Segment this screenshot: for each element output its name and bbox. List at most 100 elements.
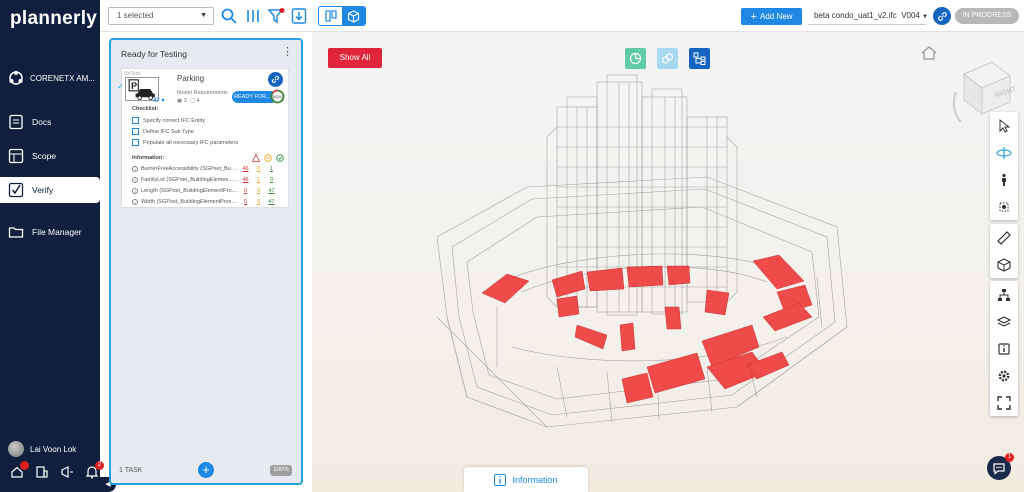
- notifications-button[interactable]: 2: [85, 461, 104, 479]
- link-button[interactable]: [933, 7, 951, 25]
- project-status-label: IN PROGRESS: [962, 12, 1012, 19]
- model-viewer[interactable]: Show All RIGHT Information 1: [312, 32, 1024, 492]
- model-browser-button[interactable]: [990, 281, 1018, 308]
- company-icon: [9, 71, 23, 85]
- cursor-icon: [999, 118, 1011, 133]
- clash-view-button[interactable]: [625, 48, 646, 69]
- camera-tool-button[interactable]: [990, 193, 1018, 220]
- filter-icon[interactable]: [267, 7, 285, 25]
- board-icon: [324, 10, 337, 22]
- building-model[interactable]: [407, 67, 877, 467]
- pie-icon: [629, 52, 642, 65]
- link-circles-icon: [661, 53, 674, 64]
- model-name: beta condo_uat1_v2.ifc: [814, 11, 897, 20]
- attachment-icon: ▣: [177, 98, 183, 104]
- fullscreen-icon: [997, 395, 1011, 410]
- ghost-view-button[interactable]: [657, 48, 678, 69]
- pass-count[interactable]: 1: [265, 166, 278, 172]
- project-status-badge[interactable]: IN PROGRESS: [955, 8, 1019, 24]
- settings-button[interactable]: [990, 362, 1018, 389]
- user-profile[interactable]: Lai Voon Lok: [8, 441, 76, 457]
- checklist-item[interactable]: Define IFC Sub Type: [132, 128, 194, 135]
- fail-count[interactable]: 0: [239, 199, 252, 205]
- nav-docs-label: Docs: [32, 117, 52, 127]
- home-view-icon[interactable]: [920, 44, 938, 62]
- information-row[interactable]: i Length (SGPset_BuildingElementPro... m.…: [132, 188, 284, 194]
- nav-verify[interactable]: Verify: [0, 177, 100, 203]
- nav-scope[interactable]: Scope: [0, 143, 100, 169]
- tree-view-button[interactable]: [689, 48, 710, 69]
- section-tool-button[interactable]: [990, 251, 1018, 278]
- columns-icon[interactable]: [244, 7, 262, 25]
- checkbox-icon: [8, 182, 24, 198]
- pass-count[interactable]: 47: [265, 188, 278, 194]
- user-name: Lai Voon Lok: [30, 444, 77, 454]
- info-icon: i: [132, 188, 138, 194]
- warning-count[interactable]: 0: [252, 188, 265, 194]
- layers-button[interactable]: [990, 308, 1018, 335]
- checkbox[interactable]: [132, 117, 139, 124]
- model-version-selector[interactable]: beta condo_uat1_v2.ifc V004 ▼: [808, 7, 929, 25]
- building-icon-button[interactable]: [35, 465, 49, 479]
- fail-count[interactable]: 0: [239, 188, 252, 194]
- card-link-button[interactable]: [268, 72, 283, 87]
- task-count: 1 TASK: [119, 467, 143, 474]
- checkbox[interactable]: [132, 139, 139, 146]
- pass-count[interactable]: 47: [265, 199, 278, 205]
- information-row[interactable]: i Width (SGPset_BuildingElementProx... m.…: [132, 199, 284, 205]
- orbit-tool-button[interactable]: [990, 139, 1018, 166]
- checklist-item[interactable]: Populate all necessary IFC parameters: [132, 139, 238, 146]
- model-view-button[interactable]: [342, 7, 365, 25]
- company-selector[interactable]: CORENETX AM...: [8, 70, 100, 86]
- add-new-label: Add New: [759, 12, 793, 21]
- model-tools: [990, 281, 1018, 416]
- information-row[interactable]: i BarrierFreeAccessibility (SGPset_Bu.../…: [132, 166, 284, 172]
- card-subtitle: Model Requirements: [177, 90, 228, 96]
- walk-tool-button[interactable]: [990, 166, 1018, 193]
- fail-count[interactable]: 46: [239, 177, 252, 183]
- card-number[interactable]: 47 ▾: [153, 97, 164, 104]
- search-icon[interactable]: [220, 7, 238, 25]
- more-options-icon[interactable]: ⋮: [282, 47, 293, 58]
- information-row[interactable]: i FamilyLot (SGPset_BuildingElemen...Tr..…: [132, 177, 284, 183]
- warning-count[interactable]: 1: [252, 177, 265, 183]
- megaphone-icon: [61, 466, 73, 478]
- chat-button[interactable]: 1: [987, 453, 1014, 480]
- checklist-item[interactable]: Specify correct IFC Entity: [132, 117, 205, 124]
- information-title: Information:: [132, 155, 165, 161]
- properties-button[interactable]: [990, 335, 1018, 362]
- checkbox[interactable]: [132, 128, 139, 135]
- chevron-down-icon: ▼: [922, 14, 929, 20]
- nav-docs[interactable]: Docs: [0, 109, 100, 135]
- show-all-button[interactable]: Show All: [328, 48, 382, 68]
- link-icon: [937, 11, 947, 21]
- app-logo[interactable]: plannerly: [10, 8, 97, 30]
- minus-circle-icon: [264, 154, 272, 162]
- nav-file-manager[interactable]: File Manager: [0, 219, 100, 245]
- add-task-button[interactable]: +: [198, 462, 214, 478]
- megaphone-icon-button[interactable]: [60, 465, 74, 479]
- fullscreen-button[interactable]: [990, 389, 1018, 416]
- nav-verify-label: Verify: [32, 185, 54, 195]
- task-card[interactable]: NoTask ✓ P 47 ▾ Parking Model Requiremen…: [117, 68, 289, 208]
- warning-count[interactable]: 0: [252, 166, 265, 172]
- pass-count[interactable]: 0: [265, 177, 278, 183]
- fail-count[interactable]: 46: [239, 166, 252, 172]
- measure-tool-button[interactable]: [990, 224, 1018, 251]
- notifications-badge: 2: [95, 461, 104, 470]
- checklist-item-label: Define IFC Sub Type: [143, 128, 194, 135]
- hierarchy-icon: [998, 288, 1010, 301]
- home-icon-button[interactable]: [10, 461, 29, 479]
- download-icon[interactable]: [290, 7, 308, 25]
- attachment-count: 3: [183, 98, 187, 104]
- checklist-title: Checklist:: [132, 106, 159, 112]
- information-tab[interactable]: Information: [464, 467, 588, 492]
- info-icon: [494, 474, 507, 486]
- select-tool-button[interactable]: [990, 112, 1018, 139]
- plus-icon: +: [750, 10, 757, 23]
- board-view-button[interactable]: [319, 7, 342, 25]
- model-version: V004: [901, 11, 920, 20]
- selection-dropdown[interactable]: 1 selected ▼: [108, 7, 214, 25]
- add-new-button[interactable]: + Add New: [741, 8, 802, 25]
- warning-count[interactable]: 0: [252, 199, 265, 205]
